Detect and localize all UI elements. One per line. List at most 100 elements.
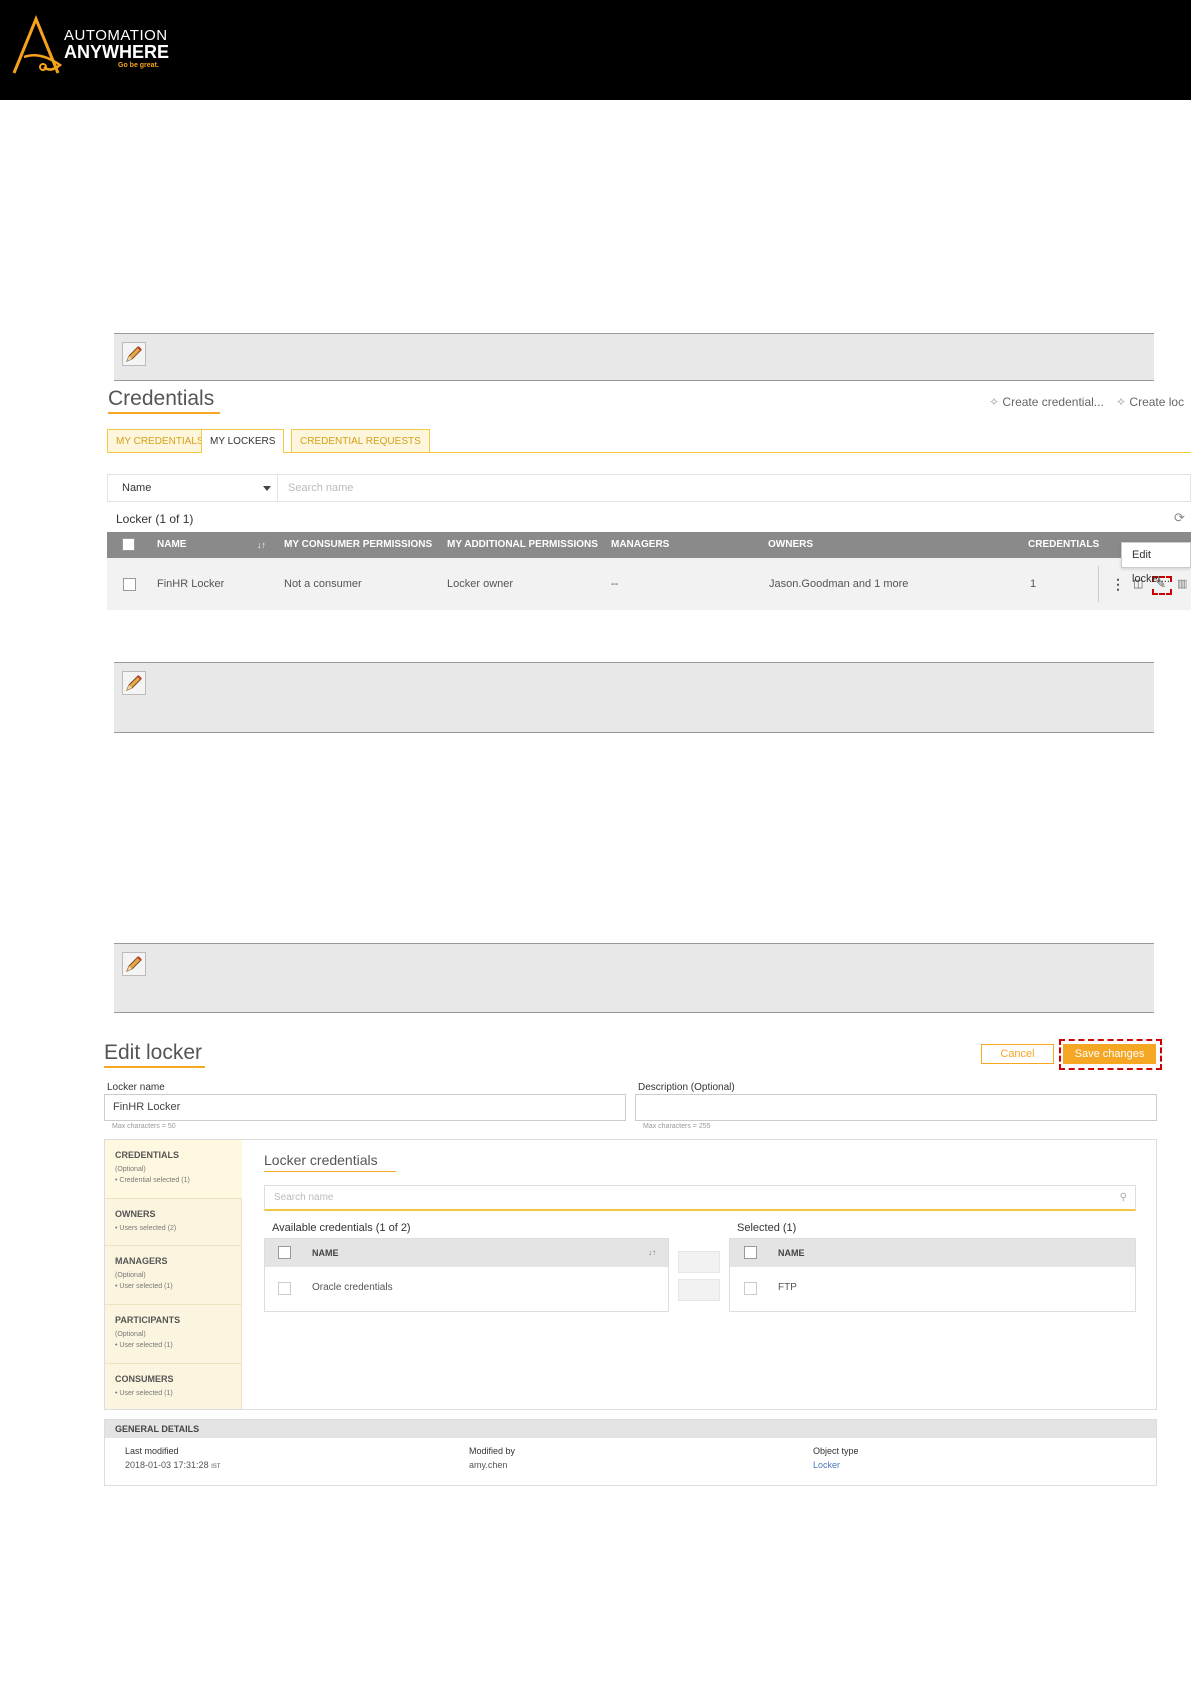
search-placeholder: Search name: [274, 1192, 334, 1203]
note-box: [114, 662, 1154, 733]
title-underline: [108, 412, 220, 414]
edit-locker-tooltip: Edit locker...: [1121, 542, 1191, 585]
locker-name-input[interactable]: FinHR Locker: [104, 1094, 626, 1121]
selected-col-name: NAME: [778, 1248, 805, 1258]
available-grid: NAME ↓↑ Oracle credentials: [264, 1238, 669, 1312]
sidebar-item-credentials[interactable]: CREDENTIALS (Optional) • Credential selec…: [105, 1140, 242, 1199]
note-pencil-icon: [122, 342, 146, 366]
object-type-label: Object type: [813, 1446, 859, 1456]
row-checkbox[interactable]: [123, 578, 136, 591]
note-box: [114, 333, 1154, 381]
search-input[interactable]: Search name: [288, 475, 353, 501]
create-locker-button[interactable]: ✧ Create loc: [1116, 395, 1184, 409]
general-details-header: GENERAL DETAILS: [105, 1420, 1156, 1438]
available-col-name: NAME: [312, 1248, 339, 1258]
tab-my-credentials[interactable]: MY CREDENTIALS: [107, 429, 213, 452]
general-details: GENERAL DETAILS Last modified 2018-01-03…: [104, 1419, 1157, 1486]
select-all-checkbox[interactable]: [122, 538, 135, 551]
credentials-page-title: Credentials: [108, 387, 215, 410]
title-underline: [264, 1171, 396, 1172]
search-icon: ⚲: [1119, 1192, 1127, 1203]
item-checkbox[interactable]: [278, 1282, 291, 1295]
last-modified-label: Last modified: [125, 1446, 179, 1456]
col-name[interactable]: NAME: [157, 532, 186, 558]
row-additional: Locker owner: [447, 578, 514, 590]
sidebar-item-title: CONSUMERS: [115, 1374, 174, 1384]
create-credential-button[interactable]: ✧ Create credential...: [989, 395, 1104, 409]
description-hint: Max characters = 255: [643, 1123, 711, 1130]
object-type-value: Locker: [813, 1460, 841, 1470]
col-additional-permissions: MY ADDITIONAL PERMISSIONS: [447, 539, 598, 550]
selected-select-all[interactable]: [744, 1246, 757, 1259]
selected-grid: NAME FTP: [729, 1238, 1136, 1312]
sidebar-item-participants[interactable]: PARTICIPANTS (Optional) • User selected (…: [105, 1305, 242, 1364]
col-managers: MANAGERS: [611, 539, 670, 550]
move-right-button[interactable]: [678, 1251, 720, 1273]
available-select-all[interactable]: [278, 1246, 291, 1259]
document-header: AUTOMATION ANYWHERE Go be great.: [0, 0, 1191, 100]
filter-field-select[interactable]: Name: [108, 475, 278, 501]
description-label: Description (Optional): [638, 1082, 735, 1093]
locker-count: Locker (1 of 1): [116, 512, 194, 526]
create-credential-label: Create credential...: [1002, 395, 1104, 409]
tab-credential-requests[interactable]: CREDENTIAL REQUESTS: [291, 429, 430, 452]
locker-settings-panel: CREDENTIALS (Optional) • Credential selec…: [104, 1139, 1157, 1410]
filter-bar: Name Search name: [107, 474, 1191, 502]
note-pencil-icon: [122, 952, 146, 976]
sidebar-item-sub: • Users selected (2): [115, 1225, 177, 1232]
sidebar-item-title: PARTICIPANTS: [115, 1315, 181, 1325]
create-locker-label: Create loc: [1129, 395, 1185, 409]
locker-credentials-title: Locker credentials: [264, 1152, 378, 1168]
selected-grid-header: NAME: [730, 1239, 1135, 1267]
col-owners: OWNERS: [768, 539, 813, 550]
available-item-name: Oracle credentials: [312, 1282, 393, 1293]
modified-by-label: Modified by: [469, 1446, 516, 1456]
selected-item-name: FTP: [778, 1282, 797, 1293]
list-item[interactable]: Oracle credentials: [265, 1267, 668, 1311]
sort-icon[interactable]: ↓↑: [648, 1239, 656, 1267]
row-credentials: 1: [1030, 578, 1037, 590]
sidebar-item-sub: • User selected (1): [115, 1390, 173, 1397]
sort-icon[interactable]: ↓↑: [257, 532, 266, 558]
cancel-button[interactable]: Cancel: [981, 1044, 1054, 1064]
row-managers: --: [611, 578, 619, 590]
list-item[interactable]: FTP: [730, 1267, 1135, 1311]
modified-by-value: amy.chen: [469, 1460, 508, 1470]
sidebar-item-managers[interactable]: MANAGERS (Optional) • User selected (1): [105, 1246, 242, 1305]
col-consumer-permissions: MY CONSUMER PERMISSIONS: [284, 539, 433, 550]
sidebar-item-title: CREDENTIALS: [115, 1150, 180, 1160]
save-changes-button[interactable]: Save changes: [1063, 1044, 1156, 1064]
sidebar-item-owners[interactable]: OWNERS • Users selected (2): [105, 1199, 242, 1246]
refresh-icon[interactable]: ⟳: [1174, 510, 1185, 526]
move-left-button[interactable]: [678, 1279, 720, 1301]
chevron-down-icon: [263, 486, 271, 491]
sidebar-item-sub: (Optional) • Credential selected (1): [115, 1166, 190, 1184]
last-modified-value: 2018-01-03 17:31:28 IST: [125, 1460, 221, 1470]
table-header: NAME ↓↑ MY CONSUMER PERMISSIONS MY ADDIT…: [107, 532, 1191, 558]
divider: [1098, 566, 1099, 602]
tab-my-lockers[interactable]: MY LOCKERS: [201, 429, 285, 453]
logo-tagline: Go be great.: [118, 62, 159, 69]
col-credentials: CREDENTIALS: [1028, 539, 1100, 550]
row-owners: Jason.Goodman and 1 more: [769, 578, 909, 590]
filter-field-value: Name: [122, 482, 152, 494]
automation-anywhere-logo: AUTOMATION ANYWHERE Go be great.: [10, 15, 200, 77]
sidebar-item-consumers[interactable]: CONSUMERS • User selected (1): [105, 1364, 242, 1409]
item-checkbox[interactable]: [744, 1282, 757, 1295]
section-sidebar: CREDENTIALS (Optional) • Credential selec…: [105, 1140, 242, 1409]
locker-name-hint: Max characters = 50: [112, 1123, 176, 1130]
description-input[interactable]: [635, 1094, 1157, 1121]
table-row[interactable]: FinHR Locker Not a consumer Locker owner…: [107, 558, 1191, 610]
locker-name-label: Locker name: [107, 1082, 165, 1093]
sidebar-item-title: MANAGERS: [115, 1256, 168, 1266]
sidebar-item-sub: (Optional) • User selected (1): [115, 1272, 173, 1290]
credentials-search-input[interactable]: Search name ⚲: [264, 1185, 1136, 1211]
note-pencil-icon: [122, 671, 146, 695]
title-underline: [104, 1066, 205, 1068]
wand-icon: ✧: [1116, 395, 1127, 409]
edit-locker-title: Edit locker: [104, 1041, 203, 1064]
note-box: [114, 943, 1154, 1013]
sidebar-item-title: OWNERS: [115, 1209, 156, 1219]
tab-bar: MY CREDENTIALS MY LOCKERS CREDENTIAL REQ…: [107, 429, 1191, 453]
row-consumer: Not a consumer: [284, 578, 362, 590]
